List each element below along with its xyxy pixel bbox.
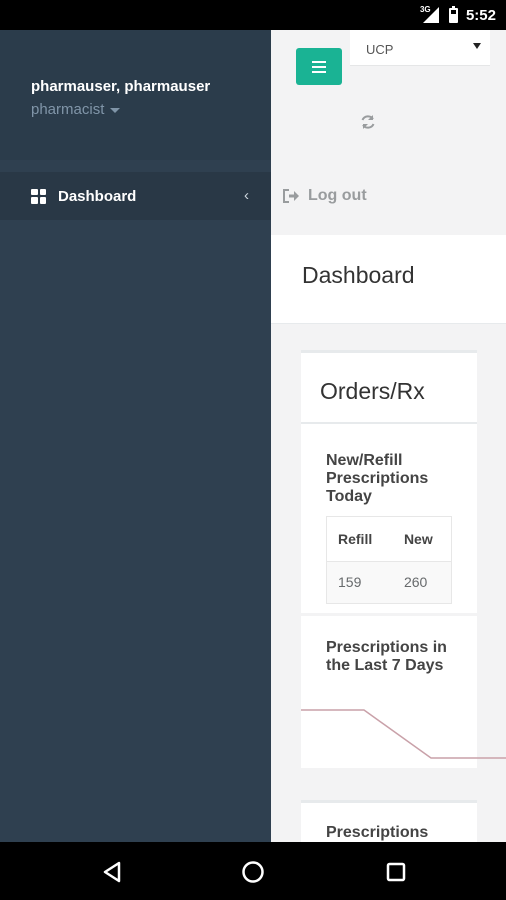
table-header-new: New	[392, 516, 452, 562]
caret-down-icon	[110, 108, 121, 113]
page-heading: Dashboard	[271, 235, 506, 324]
prescriptions-panel: Prescriptions	[301, 800, 477, 842]
chevron-left-icon: ‹	[244, 187, 249, 204]
home-button[interactable]	[238, 857, 268, 887]
recents-button[interactable]	[381, 857, 411, 887]
system-nav-bar	[0, 842, 506, 900]
refill-count: 159	[326, 561, 393, 604]
section-divider	[301, 613, 477, 616]
menu-toggle-button[interactable]	[296, 48, 342, 85]
logout-label: Log out	[308, 187, 367, 204]
store-select-value: UCP	[366, 42, 394, 57]
last7-prescriptions-title: Prescriptions in the Last 7 Days	[326, 639, 447, 674]
today-prescriptions-table: Refill New 159 260	[326, 516, 452, 604]
chart-series-line	[301, 709, 506, 759]
sign-out-icon	[283, 189, 299, 203]
network-type: 3G	[419, 5, 431, 14]
recents-icon	[386, 862, 406, 882]
top-navbar: UCP Log out	[271, 30, 506, 235]
table-header-refill: Refill	[326, 516, 393, 562]
user-name: pharmauser, pharmauser	[31, 78, 211, 95]
sidebar: pharmauser, pharmauser pharmacist Dashbo…	[0, 30, 271, 842]
profile-header: pharmauser, pharmauser pharmacist	[0, 30, 271, 160]
refresh-icon[interactable]	[359, 113, 377, 131]
back-icon	[103, 861, 121, 883]
sidebar-item-label: Dashboard	[58, 187, 137, 205]
home-icon	[242, 861, 264, 883]
back-button[interactable]	[97, 857, 127, 887]
role-label: pharmacist	[31, 101, 105, 118]
logout-link[interactable]: Log out	[283, 187, 367, 205]
last7-chart	[301, 709, 506, 759]
cell-signal-icon: 3G	[419, 5, 441, 23]
orders-panel-title: Orders/Rx	[320, 378, 425, 404]
table-row: 159 260	[326, 561, 452, 604]
battery-icon	[448, 5, 458, 23]
role-dropdown[interactable]: pharmacist	[31, 101, 121, 118]
store-select[interactable]: UCP	[350, 30, 490, 66]
orders-panel-header: Orders/Rx	[301, 350, 477, 424]
clock: 5:52	[465, 6, 496, 24]
new-count: 260	[392, 561, 452, 604]
status-bar: 3G 5:52	[0, 0, 506, 30]
grid-icon	[31, 188, 46, 204]
today-prescriptions-title: New/Refill Prescriptions Today	[326, 452, 429, 505]
sidebar-item-dashboard[interactable]: Dashboard ‹	[0, 172, 271, 220]
main-content: UCP Log out Dashboard Orders/Rx New/Refi…	[271, 30, 506, 842]
dropdown-arrow-icon	[473, 43, 481, 49]
page-title: Dashboard	[302, 262, 415, 288]
prescriptions-panel-title: Prescriptions	[326, 824, 429, 841]
